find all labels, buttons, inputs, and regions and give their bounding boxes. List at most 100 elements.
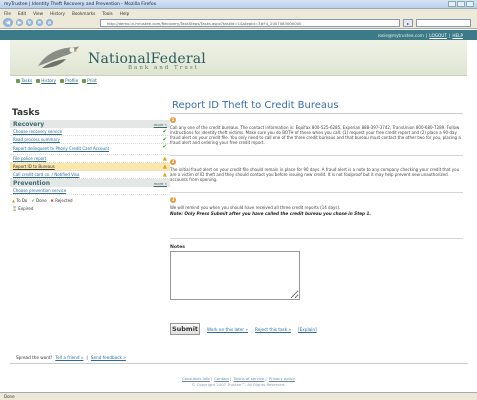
stop-icon[interactable]: ✕: [36, 19, 43, 26]
history-icon: [36, 78, 41, 83]
task-choose-prevention[interactable]: Choose prevention service: [10, 187, 170, 195]
step-2-number: 2: [170, 159, 176, 165]
brand-tagline: Bank and Trust: [128, 65, 199, 71]
footer-consumer-info-link[interactable]: Consumer Info: [182, 376, 210, 381]
todo-warning-icon: ▲: [162, 172, 167, 178]
browser-search-input[interactable]: [416, 19, 471, 27]
step-1-text: Call any one of the credit bureaus. The …: [170, 125, 461, 145]
menu-history[interactable]: History: [50, 11, 65, 16]
title-divider: [170, 113, 463, 114]
subnav-history[interactable]: History: [36, 78, 56, 83]
help-link[interactable]: HELP: [452, 33, 463, 38]
reload-icon[interactable]: ↻: [26, 19, 33, 26]
done-check-icon: ✔: [31, 198, 35, 203]
task-action-links: Work on this later » Reject this task » …: [207, 327, 317, 332]
notes-label: Notes: [170, 245, 186, 250]
expired-clock-icon: ⌛: [12, 206, 17, 211]
submit-button[interactable]: Submit: [170, 323, 200, 335]
subnav-profile[interactable]: Profile: [60, 78, 78, 83]
step-divider: [170, 155, 463, 156]
legend-done: ✔ Done: [31, 198, 47, 203]
profile-icon: [60, 78, 65, 83]
tasks-sidebar: Tasks Recovery more » Choose recovery se…: [10, 108, 170, 258]
step-divider: [170, 238, 463, 239]
done-check-icon: ✔: [162, 129, 167, 135]
tell-friend-link[interactable]: Tell a friend »: [55, 355, 83, 360]
todo-warning-icon: ▲: [12, 198, 16, 203]
spread-label: Spread the word!: [16, 355, 53, 360]
prevention-title: Prevention: [13, 179, 50, 187]
legend-expired: ⌛ Expired: [12, 206, 34, 211]
footer-links: Consumer Info| Contact| Terms of service…: [181, 376, 296, 381]
step-divider: [170, 192, 463, 193]
maximize-button[interactable]: [457, 1, 465, 7]
todo-warning-icon: ▲: [162, 156, 167, 162]
done-check-icon: ✔: [162, 137, 167, 143]
go-button[interactable]: ▸: [403, 19, 413, 27]
subnav-print[interactable]: Print: [82, 78, 97, 83]
step-1-number: 1: [170, 117, 176, 123]
logout-link[interactable]: LOGOUT: [429, 33, 447, 38]
spread-the-word: Spread the word! Tell a friend » | Send …: [16, 355, 126, 360]
window-title: myTrustee | Identity Theft Recovery and …: [4, 1, 157, 7]
prevention-more-link[interactable]: more »: [154, 181, 167, 186]
tasks-heading: Tasks: [12, 108, 40, 118]
copyright: © Copyright 2007 Trustee™. All Rights Re…: [191, 382, 286, 387]
todo-warning-icon: ▲: [162, 164, 167, 170]
step-2-text: The initial fraud alert on your credit f…: [170, 167, 460, 182]
task-police-report[interactable]: File police report ▲: [10, 155, 170, 163]
recovery-more-link[interactable]: more »: [154, 122, 167, 127]
menu-edit[interactable]: Edit: [18, 11, 26, 16]
legend-todo: ▲ To Do: [12, 198, 28, 203]
close-button[interactable]: [466, 1, 474, 7]
window-titlebar: myTrustee | Identity Theft Recovery and …: [0, 0, 477, 9]
reject-task-link[interactable]: Reject this task »: [255, 327, 291, 332]
footer-terms-link[interactable]: Terms of service: [234, 376, 265, 381]
status-legend: ▲ To Do ✔ Done ✖ Rejected: [10, 198, 170, 203]
address-bar[interactable]: http://demo.in.mrustee.com/Recovery/Task…: [100, 19, 400, 27]
send-feedback-link[interactable]: Send feedback »: [91, 355, 126, 360]
work-later-link[interactable]: Work on this later »: [207, 327, 248, 332]
forward-icon[interactable]: ▶: [16, 19, 23, 26]
step-3-text: We will remind you when you should have …: [170, 205, 341, 210]
window-controls: [448, 1, 474, 7]
prevention-section-header: Prevention more »: [10, 179, 170, 187]
menu-tools[interactable]: Tools: [102, 11, 112, 16]
account-strip: rosie@mytrustee.com | LOGOUT | HELP: [0, 30, 477, 40]
footer-divider: [10, 363, 468, 364]
explain-link[interactable]: [Explain]: [298, 327, 317, 332]
menu-help[interactable]: Help: [120, 11, 130, 16]
step-3-number: 3: [170, 197, 176, 203]
back-icon[interactable]: ◀: [3, 18, 13, 27]
sub-navigation: Tasks History Profile Print: [16, 78, 97, 83]
notes-textarea[interactable]: [170, 251, 300, 300]
page-footer: Consumer Info| Contact| Terms of service…: [0, 376, 477, 387]
subnav-tasks[interactable]: Tasks: [16, 78, 32, 83]
recovery-title: Recovery: [13, 120, 45, 128]
tasks-icon: [16, 78, 20, 83]
home-icon[interactable]: ⌂: [46, 19, 53, 26]
menu-view[interactable]: View: [33, 11, 43, 16]
task-call-credit-card[interactable]: Call credit card co. / Notified Visa ▲: [10, 171, 170, 179]
task-detail-panel: Report ID Theft to Credit Bureaus 1 Call…: [170, 100, 470, 353]
menu-bookmarks[interactable]: Bookmarks: [72, 11, 95, 16]
recovery-section-header: Recovery more »: [10, 120, 170, 128]
menu-file[interactable]: File: [4, 11, 11, 16]
footer-privacy-link[interactable]: Privacy policy: [269, 376, 295, 381]
footer-contact-link[interactable]: Contact: [214, 376, 229, 381]
rejected-x-icon: ✖: [50, 198, 54, 203]
step-3-note: Note: Only Press Submit after you have c…: [170, 211, 372, 216]
site-banner: NationalFederal Bank and Trust: [10, 40, 467, 76]
browser-menubar: File Edit View History Bookmarks Tools H…: [0, 9, 477, 17]
task-choose-recovery[interactable]: Choose recovery service ✔: [10, 128, 170, 136]
page-title: Report ID Theft to Credit Bureaus: [172, 100, 339, 111]
task-read-summary[interactable]: Read process summary ✔: [10, 136, 170, 144]
eagle-logo-icon: [38, 46, 79, 68]
print-icon: [82, 78, 87, 83]
minimize-button[interactable]: [448, 1, 456, 7]
task-report-delinquent[interactable]: Report delinquent to Phony Credit Card A…: [10, 144, 170, 155]
account-email: rosie@mytrustee.com: [377, 32, 424, 38]
legend-rejected: ✖ Rejected: [50, 198, 73, 203]
browser-status-bar: Done: [0, 392, 477, 400]
task-report-bureaus[interactable]: Report ID to Bureaus ▲: [10, 163, 170, 171]
